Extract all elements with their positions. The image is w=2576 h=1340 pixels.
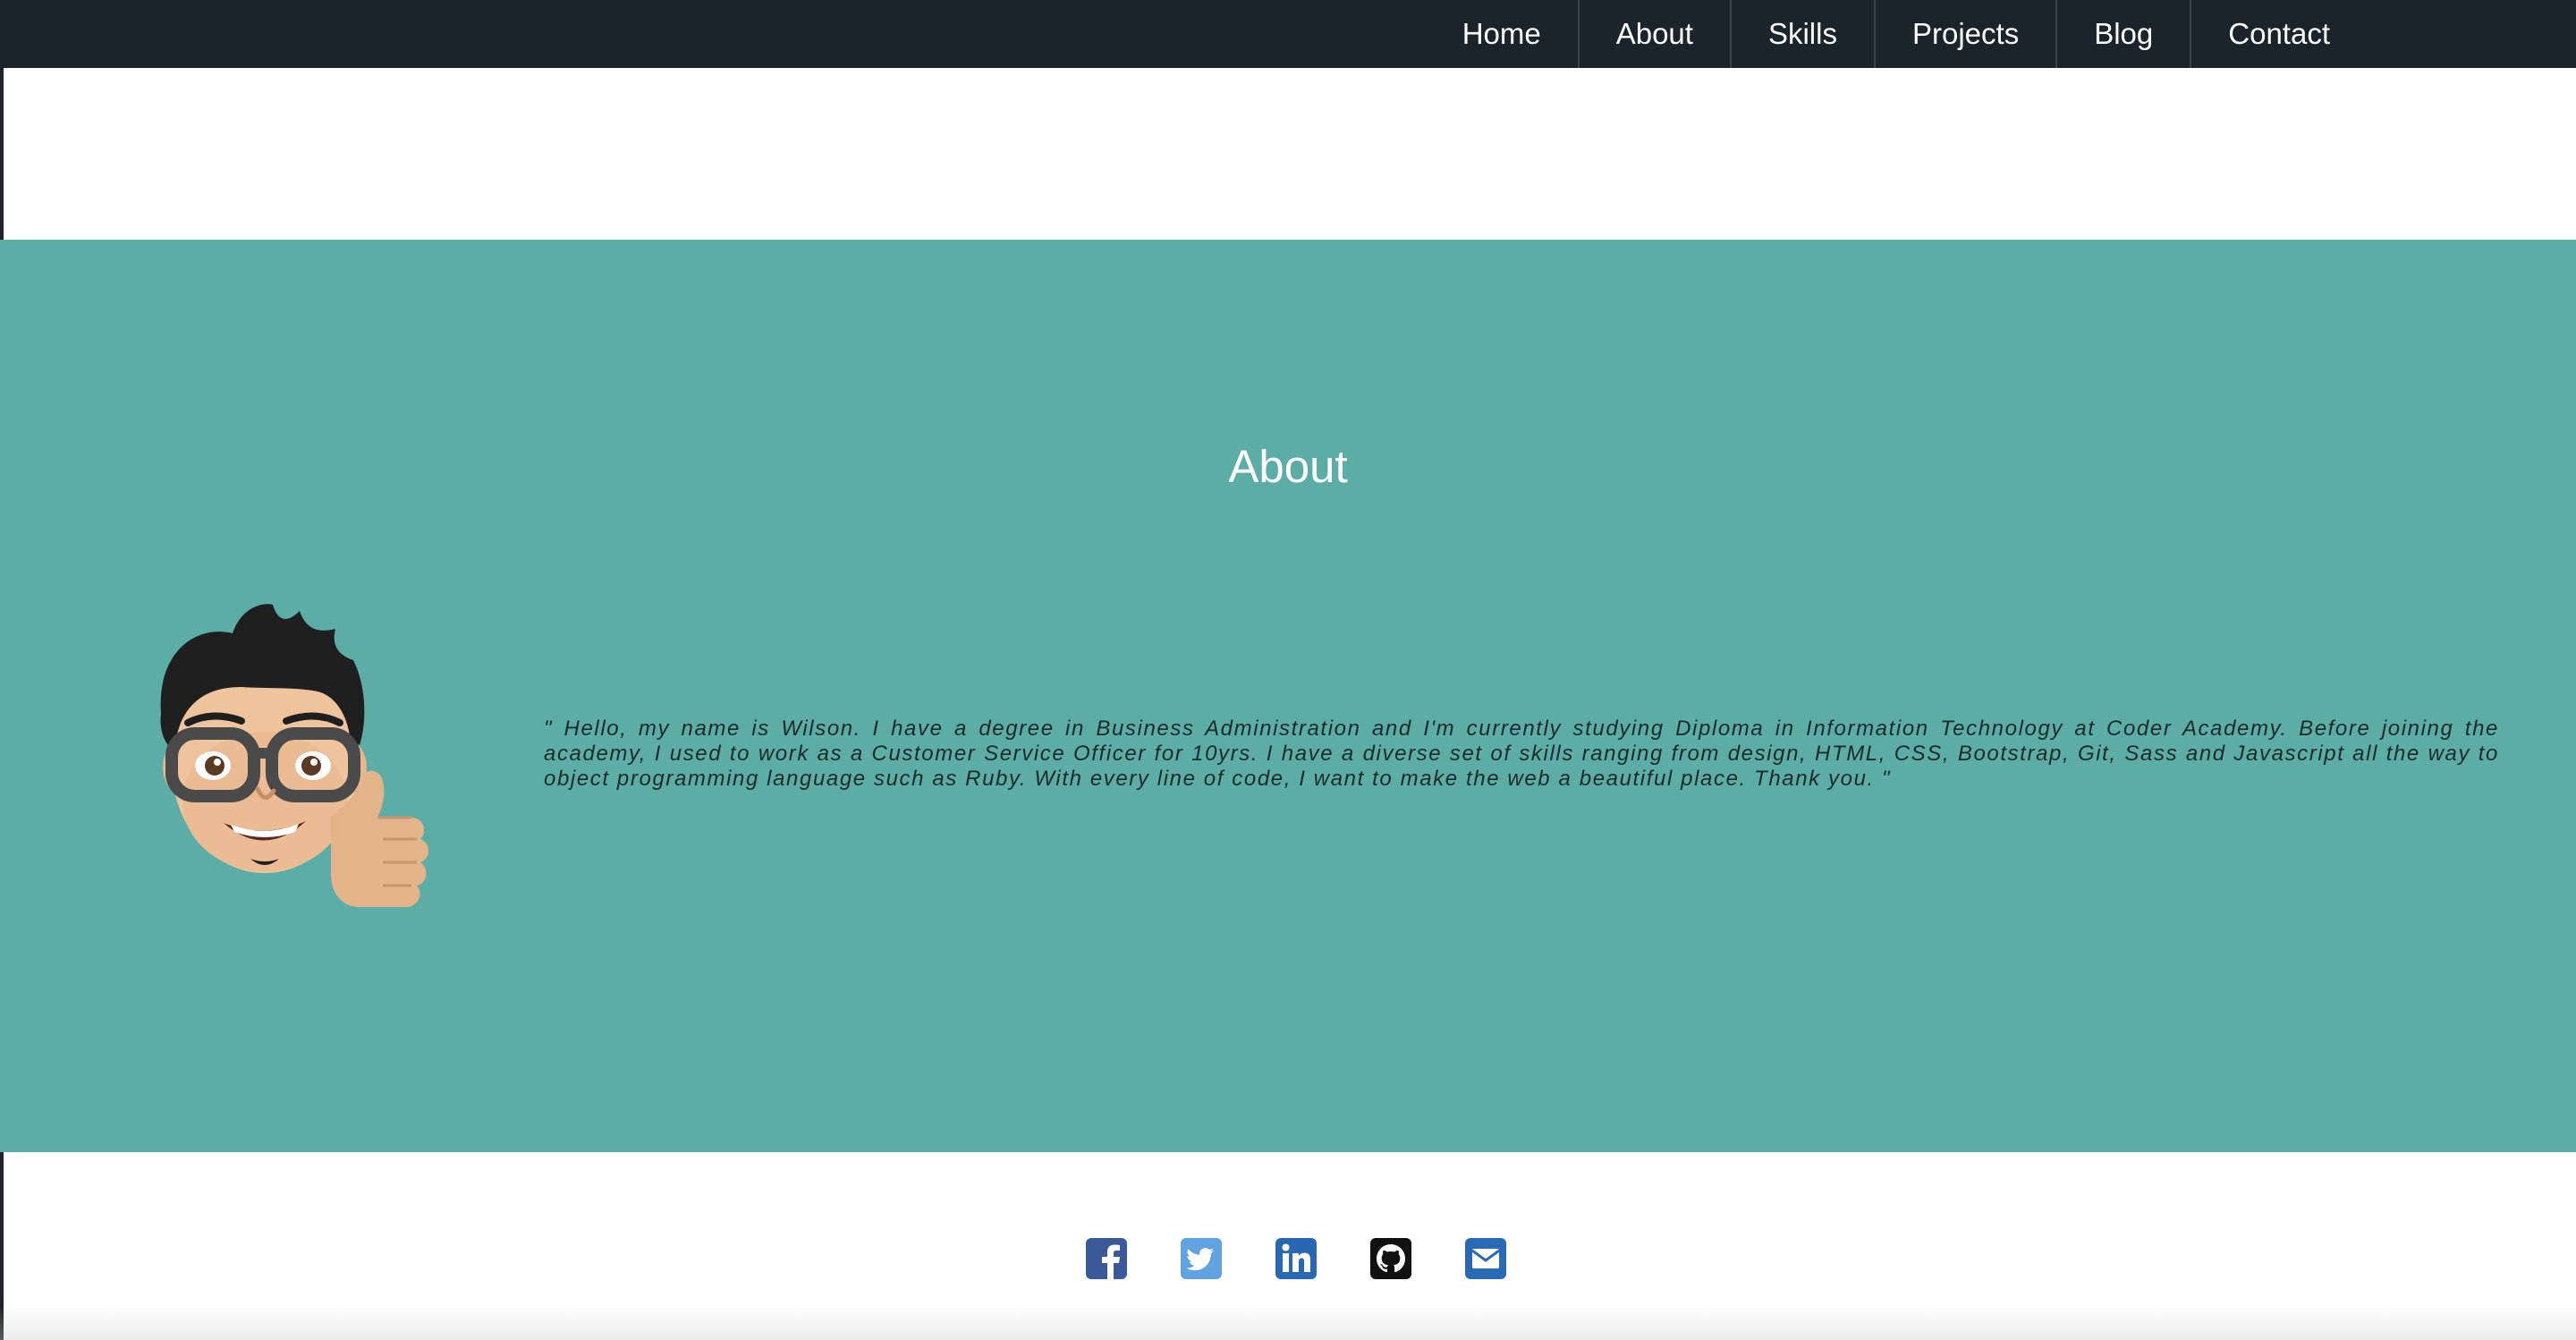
nav-item-contact[interactable]: Contact (2190, 0, 2367, 68)
linkedin-icon[interactable] (1275, 1238, 1317, 1279)
bottom-shadow (0, 1306, 2576, 1340)
nav-item-projects[interactable]: Projects (1873, 0, 2055, 68)
memoji-avatar (160, 604, 428, 907)
about-description: " Hello, my name is Wilson. I have a deg… (544, 717, 2499, 791)
about-section: About " Hello, my name is Wilson. I have… (0, 240, 2576, 1152)
nav-item-skills[interactable]: Skills (1729, 0, 1874, 68)
facebook-icon[interactable] (1086, 1238, 1127, 1279)
page: Home About Skills Projects Blog Contact … (0, 0, 2576, 1340)
social-links (0, 1238, 2576, 1279)
nav-item-home[interactable]: Home (1426, 0, 1578, 68)
nav-item-blog[interactable]: Blog (2055, 0, 2190, 68)
twitter-icon[interactable] (1181, 1238, 1222, 1279)
nav-item-about[interactable]: About (1577, 0, 1730, 68)
email-icon[interactable] (1465, 1238, 1506, 1279)
top-navbar: Home About Skills Projects Blog Contact (0, 0, 2576, 68)
github-icon[interactable] (1370, 1238, 1411, 1279)
about-heading: About (1228, 441, 1348, 492)
nav-menu: Home About Skills Projects Blog Contact (1426, 0, 2367, 68)
